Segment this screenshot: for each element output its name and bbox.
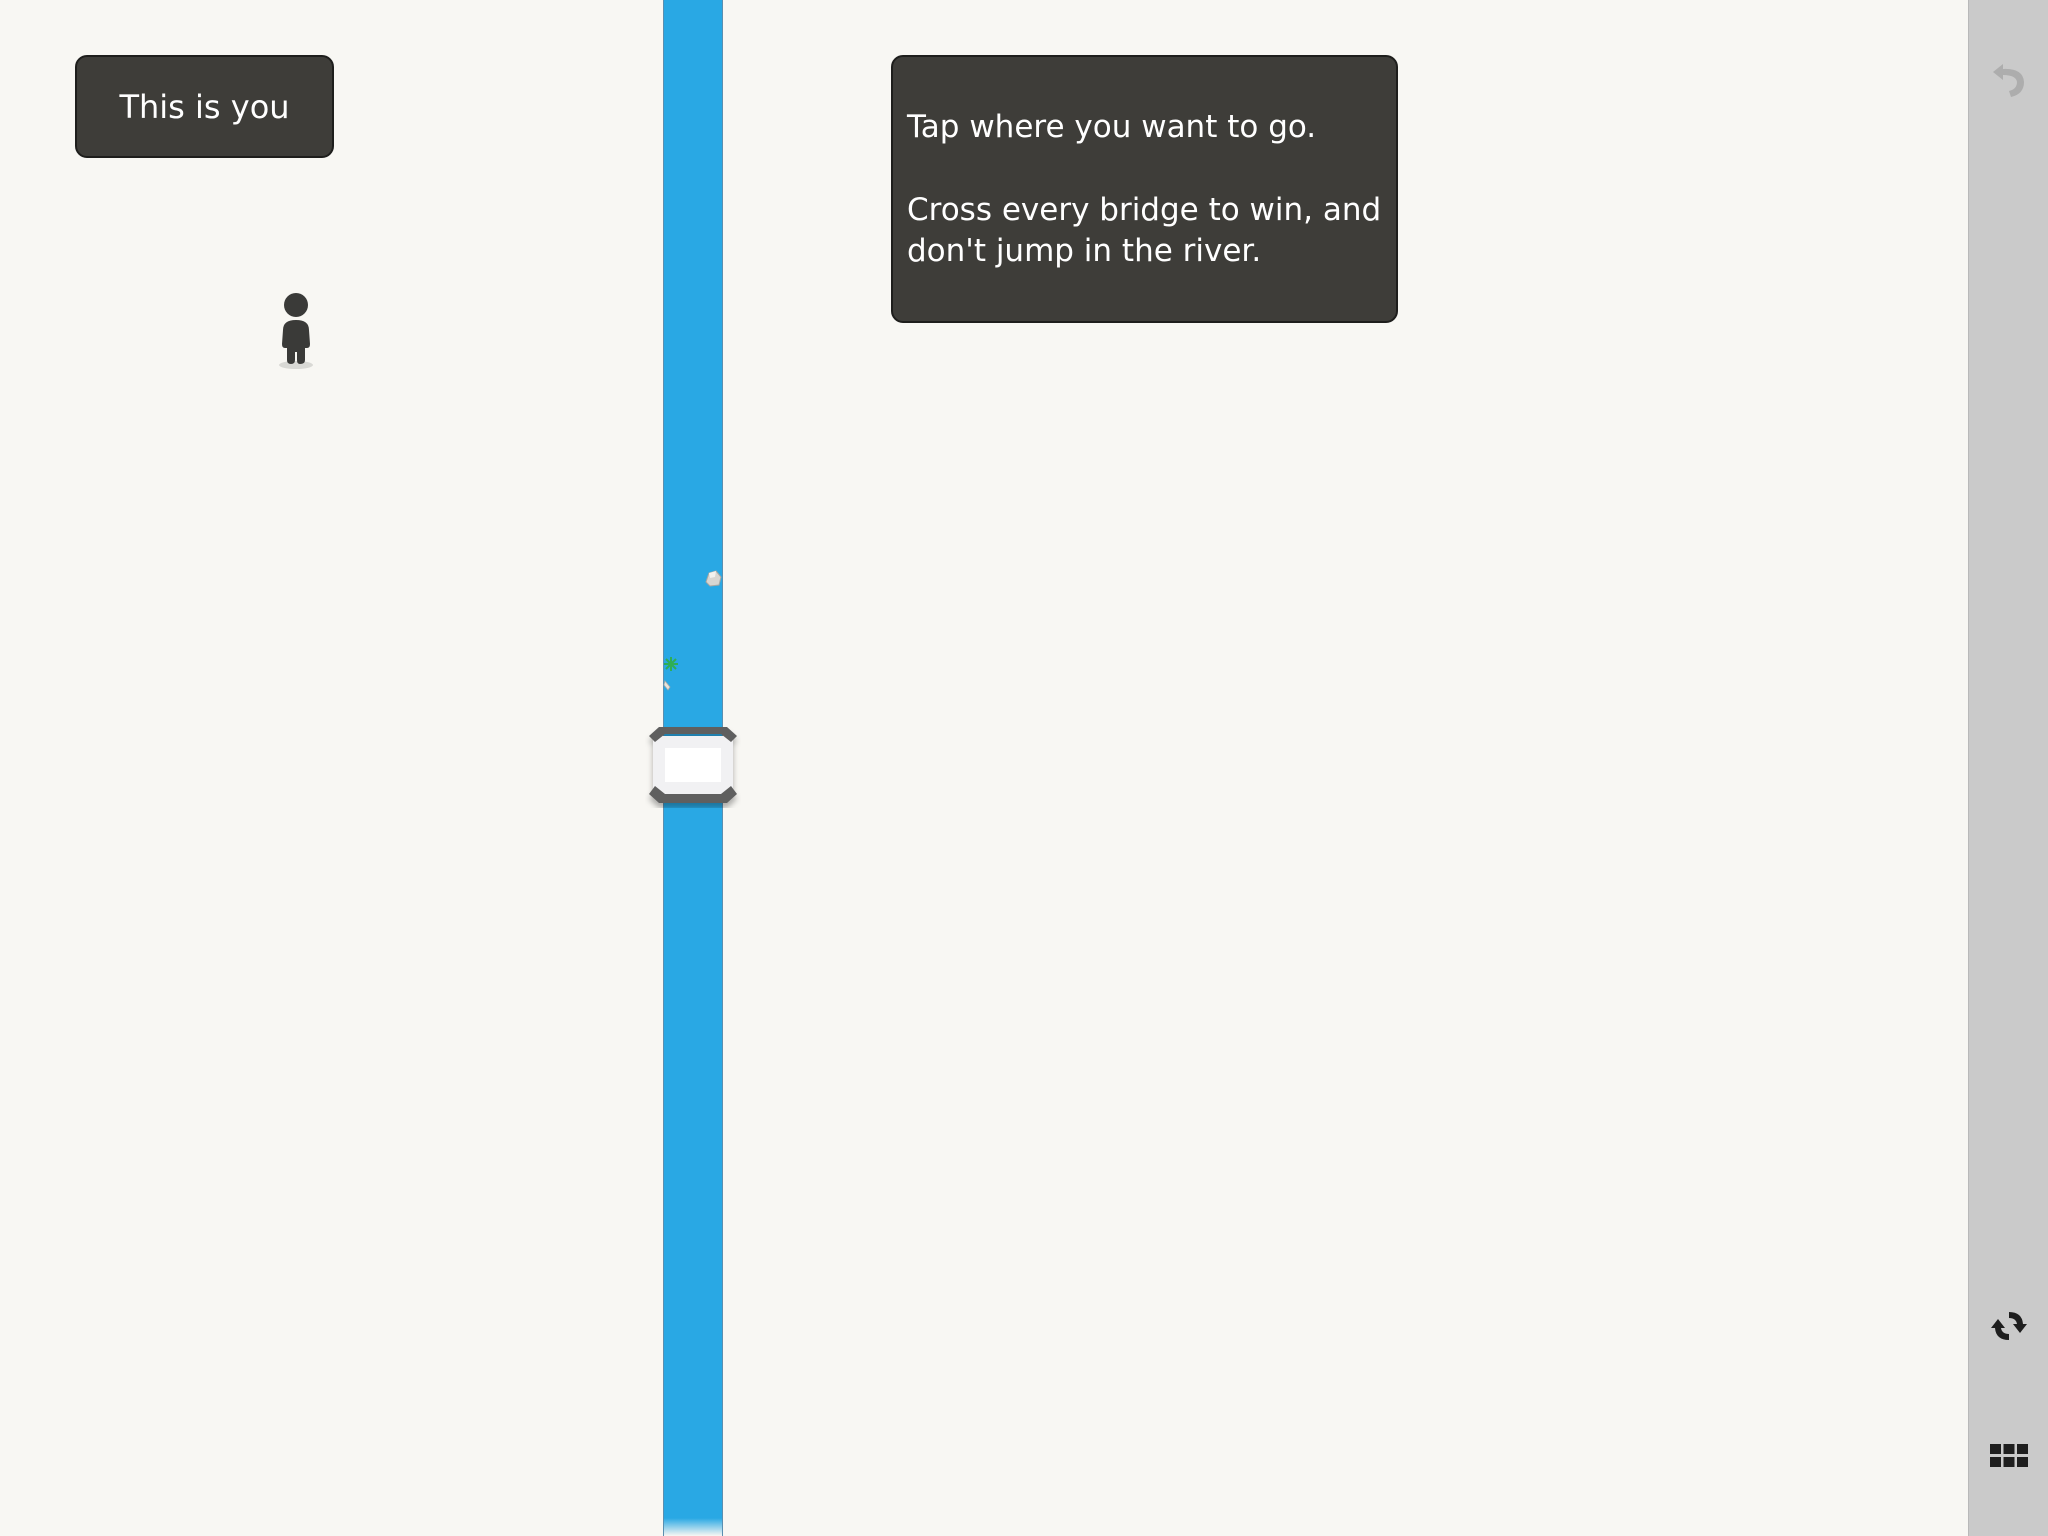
tooltip-this-is-you: This is you — [75, 55, 334, 158]
player-figure — [279, 293, 313, 369]
restart-icon — [1991, 1312, 2027, 1340]
grid-menu-icon — [1990, 1444, 2028, 1467]
sparkle-decoration — [663, 657, 678, 691]
game-board[interactable]: This is you Tap where you want to go. Cr… — [0, 0, 1968, 1536]
level-select-button[interactable] — [1987, 1434, 2031, 1478]
sidebar — [1968, 0, 2048, 1536]
undo-button[interactable] — [1987, 58, 2031, 102]
rock — [705, 570, 722, 587]
undo-icon — [1993, 64, 2024, 97]
bridge[interactable] — [645, 720, 741, 808]
instructions-line-1: Tap where you want to go. — [907, 109, 1317, 145]
tooltip-this-is-you-text: This is you — [119, 87, 290, 126]
tooltip-instructions: Tap where you want to go. Cross every br… — [891, 55, 1398, 323]
restart-button[interactable] — [1987, 1304, 2031, 1348]
instructions-line-2: Cross every bridge to win, and don't jum… — [907, 192, 1382, 269]
